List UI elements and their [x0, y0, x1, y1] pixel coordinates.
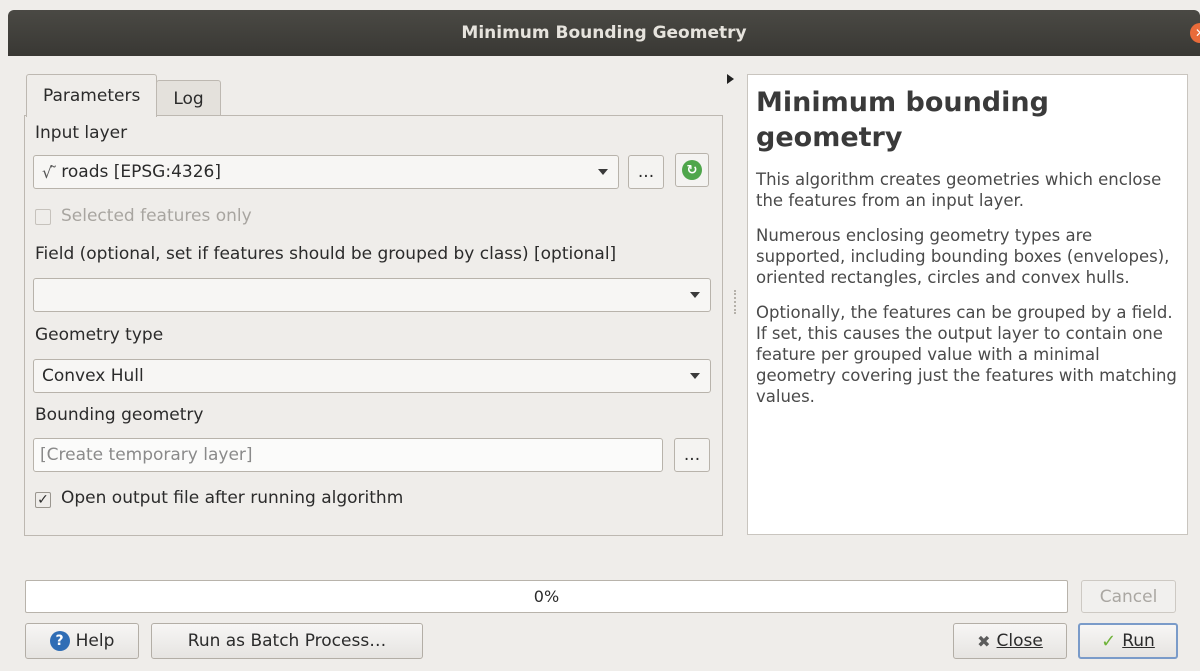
open-output-checkbox[interactable]: ✓ [35, 492, 51, 508]
progress-bar: 0% [25, 580, 1068, 613]
geometry-type-label: Geometry type [35, 325, 164, 345]
line-layer-icon: √ ̃ [42, 162, 58, 182]
splitter-toggle-icon[interactable] [727, 74, 734, 84]
help-button[interactable]: ? Help [25, 623, 139, 659]
field-combo[interactable] [33, 278, 711, 312]
field-label: Field (optional, set if features should … [35, 244, 617, 264]
selected-only-checkbox[interactable] [35, 209, 51, 225]
splitter-handle[interactable] [734, 290, 736, 314]
help-panel: Minimum bounding geometry This algorithm… [747, 74, 1188, 535]
bounding-geometry-label: Bounding geometry [35, 405, 204, 425]
input-layer-label: Input layer [35, 123, 128, 143]
help-paragraph: Optionally, the features can be grouped … [756, 303, 1177, 406]
help-paragraph: This algorithm creates geometries which … [756, 170, 1162, 210]
geometry-type-combo[interactable]: Convex Hull [33, 359, 711, 393]
window-close-icon[interactable]: ✕ [1190, 23, 1200, 43]
run-button-label: Run [1122, 631, 1155, 651]
bounding-geometry-output-field[interactable]: [Create temporary layer] [33, 438, 663, 472]
tab-parameters[interactable]: Parameters [26, 74, 158, 117]
cancel-button[interactable]: Cancel [1081, 580, 1176, 613]
help-icon: ? [49, 631, 70, 651]
tab-log[interactable]: Log [156, 80, 221, 116]
refresh-icon: ↻ [682, 160, 702, 180]
run-button[interactable]: ✓ Run [1078, 623, 1178, 659]
geometry-type-value: Convex Hull [42, 366, 144, 386]
help-title: Minimum bounding geometry [756, 87, 1049, 153]
selected-only-label: Selected features only [61, 206, 252, 226]
open-output-label: Open output file after running algorithm [61, 488, 404, 508]
run-batch-button[interactable]: Run as Batch Process… [151, 623, 423, 659]
close-button[interactable]: ✖ Close [953, 623, 1067, 659]
help-paragraph: Numerous enclosing geometry types are su… [756, 226, 1170, 287]
window-titlebar: Minimum Bounding Geometry ✕ [8, 10, 1200, 56]
close-icon: ✖ [977, 631, 991, 651]
chevron-down-icon [690, 292, 700, 298]
input-layer-value: roads [EPSG:4326] [61, 162, 221, 182]
chevron-down-icon [690, 373, 700, 379]
close-button-label: Close [996, 631, 1043, 651]
iterate-button[interactable]: ↻ [675, 153, 709, 187]
help-button-label: Help [75, 631, 115, 651]
input-layer-browse-button[interactable]: ... [628, 155, 664, 189]
tab-bar: Parameters Log [26, 74, 221, 117]
chevron-down-icon [598, 169, 608, 175]
window-title: Minimum Bounding Geometry [461, 23, 747, 43]
progress-text: 0% [533, 587, 560, 606]
bounding-geometry-placeholder: [Create temporary layer] [40, 445, 253, 465]
parameters-panel: Input layer √ ̃ roads [EPSG:4326] ... ↻ … [24, 115, 723, 536]
input-layer-combo[interactable]: √ ̃ roads [EPSG:4326] [33, 155, 619, 189]
output-browse-button[interactable]: ... [674, 438, 710, 472]
check-icon: ✓ [1101, 630, 1117, 652]
